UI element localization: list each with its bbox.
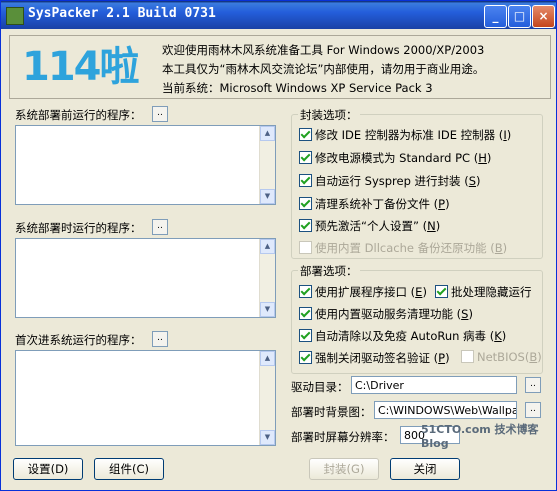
- during-deploy-browse-button[interactable]: ..: [152, 219, 168, 235]
- during-deploy-label: 系统部署时运行的程序：: [15, 221, 142, 235]
- driver-dir-browse-button[interactable]: ..: [525, 377, 541, 393]
- pre-deploy-browse-button[interactable]: ..: [152, 106, 168, 122]
- deploy-option-autorun[interactable]: 自动清除以及免疫 AutoRun 病毒 (K): [299, 328, 506, 344]
- checkbox-checked-icon[interactable]: [299, 285, 312, 298]
- checkbox-checked-icon[interactable]: [299, 174, 312, 187]
- scroll-down-icon[interactable]: ▼: [260, 189, 275, 204]
- deploy-option-driver-signing[interactable]: 强制关闭驱动签名验证 (P): [299, 350, 450, 366]
- wallpaper-label: 部署时背景图：: [291, 405, 372, 419]
- seal-option-ide[interactable]: 修改 IDE 控制器为标准 IDE 控制器 (I): [299, 127, 511, 143]
- wallpaper-input[interactable]: C:\WINDOWS\Web\Wallpape: [374, 401, 517, 419]
- seal-option-dllcache: 使用内置 Dllcache 备份还原功能 (B): [299, 240, 507, 256]
- deploy-option-extension[interactable]: 使用扩展程序接口 (E): [299, 284, 427, 300]
- welcome-text: 欢迎使用雨林木风系统准备工具 For Windows 2000/XP/2003: [162, 43, 485, 57]
- seal-option-sysprep[interactable]: 自动运行 Sysprep 进行封装 (S): [299, 173, 481, 189]
- checkbox-checked-icon[interactable]: [299, 219, 312, 232]
- wallpaper-browse-button[interactable]: ..: [525, 402, 541, 418]
- deploy-option-driver-cleanup[interactable]: 使用内置驱动服务清理功能 (S): [299, 306, 473, 322]
- pre-deploy-list[interactable]: ▲ ▼: [15, 125, 276, 205]
- pre-deploy-scrollbar[interactable]: ▲ ▼: [259, 126, 275, 204]
- scroll-down-icon[interactable]: ▼: [260, 430, 275, 445]
- driver-dir-input[interactable]: C:\Driver: [351, 376, 517, 394]
- checkbox-unchecked-icon: [299, 241, 312, 254]
- checkbox-checked-icon[interactable]: [299, 151, 312, 164]
- usage-notice: 本工具仅为“雨林木风交流论坛”内部使用，请勿用于商业用途。: [162, 62, 485, 76]
- first-login-list[interactable]: ▲ ▼: [15, 350, 276, 446]
- seal-options-legend: 封装选项：: [298, 107, 360, 123]
- seal-option-activate[interactable]: 预先激活“个人设置” (N): [299, 218, 440, 234]
- driver-dir-label: 驱动目录：: [291, 380, 349, 394]
- pre-deploy-label: 系统部署前运行的程序：: [15, 108, 142, 122]
- checkbox-checked-icon[interactable]: [299, 351, 312, 364]
- close-window-button[interactable]: ×: [532, 5, 555, 28]
- seal-option-power[interactable]: 修改电源模式为 Standard PC (H): [299, 150, 491, 166]
- checkbox-checked-icon[interactable]: [299, 329, 312, 342]
- current-system: 当前系统：Microsoft Windows XP Service Pack 3: [162, 81, 433, 95]
- components-button[interactable]: 组件(C): [94, 458, 164, 480]
- scroll-up-icon[interactable]: ▲: [260, 239, 275, 254]
- settings-button[interactable]: 设置(D): [13, 458, 83, 480]
- title-bar[interactable]: SysPacker 2.1 Build 0731 _ □ ×: [1, 1, 556, 29]
- minimize-button[interactable]: _: [484, 5, 507, 28]
- checkbox-checked-icon[interactable]: [299, 197, 312, 210]
- app-window: SysPacker 2.1 Build 0731 _ □ × 114啦 欢迎使用…: [0, 0, 557, 491]
- header-panel: 114啦 欢迎使用雨林木风系统准备工具 For Windows 2000/XP/…: [9, 35, 551, 99]
- seal-option-cleanup[interactable]: 清理系统补丁备份文件 (P): [299, 196, 450, 212]
- checkbox-checked-icon[interactable]: [435, 285, 448, 298]
- during-deploy-scrollbar[interactable]: ▲ ▼: [259, 239, 275, 317]
- seal-button[interactable]: 封装(G): [309, 458, 379, 480]
- first-login-scrollbar[interactable]: ▲ ▼: [259, 351, 275, 445]
- scroll-up-icon[interactable]: ▲: [260, 351, 275, 366]
- app-icon: [6, 7, 24, 25]
- close-button[interactable]: 关闭: [390, 458, 460, 480]
- resolution-label: 部署时屏幕分辨率：: [291, 430, 395, 444]
- first-login-browse-button[interactable]: ..: [152, 331, 168, 347]
- window-title: SysPacker 2.1 Build 0731: [28, 6, 216, 21]
- checkbox-checked-icon[interactable]: [299, 307, 312, 320]
- checkbox-checked-icon[interactable]: [299, 128, 312, 141]
- watermark: 51CTO.com 技术博客 Blog: [421, 423, 539, 450]
- deploy-options-legend: 部署选项：: [298, 263, 360, 279]
- first-login-label: 首次进系统运行的程序：: [15, 333, 142, 347]
- deploy-option-hidden-batch[interactable]: 批处理隐藏运行: [435, 284, 532, 300]
- scroll-down-icon[interactable]: ▼: [260, 302, 275, 317]
- checkbox-unchecked-icon: [461, 350, 474, 363]
- logo: 114啦: [22, 44, 139, 90]
- deploy-option-netbios: NetBIOS(B): [461, 350, 542, 364]
- maximize-button[interactable]: □: [508, 5, 531, 28]
- during-deploy-list[interactable]: ▲ ▼: [15, 238, 276, 318]
- scroll-up-icon[interactable]: ▲: [260, 126, 275, 141]
